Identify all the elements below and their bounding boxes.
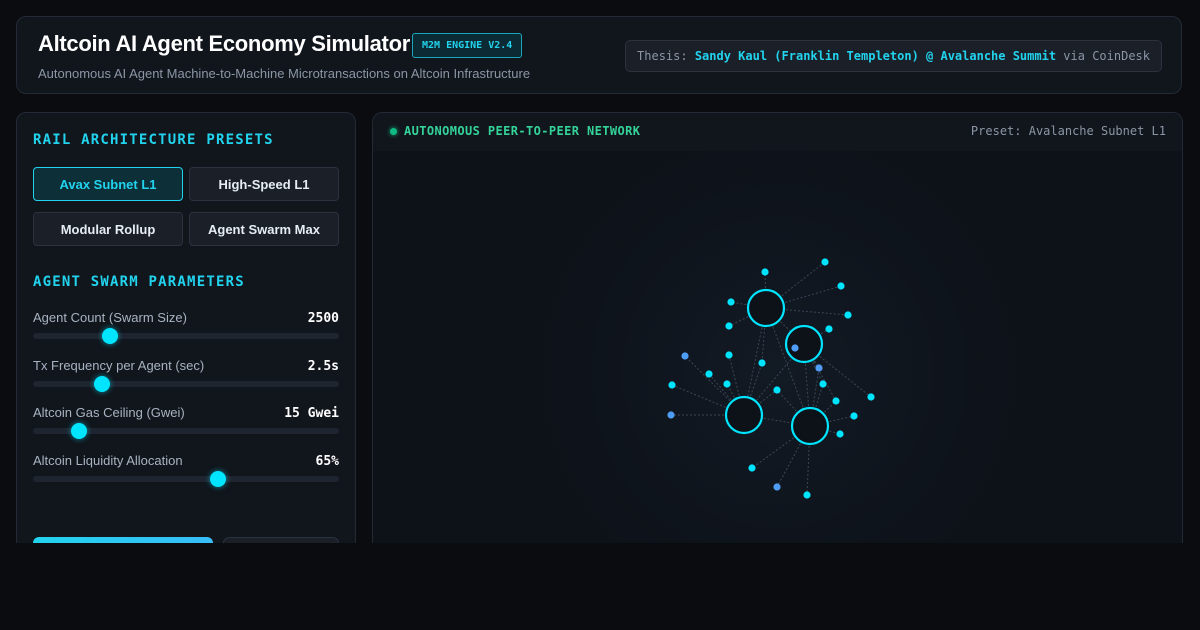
active-preset-label: Preset: Avalanche Subnet L1 bbox=[970, 124, 1166, 138]
viewport-cutoff bbox=[0, 543, 1200, 630]
liquidity-allocation-slider-thumb[interactable] bbox=[210, 471, 227, 487]
network-hub-node bbox=[790, 406, 830, 446]
params-section-title: AGENT SWARM PARAMETERS bbox=[33, 274, 245, 290]
thesis-suffix: via CoinDesk bbox=[1063, 49, 1150, 63]
gas-ceiling-label: Altcoin Gas Ceiling (Gwei) bbox=[33, 405, 185, 420]
network-agent-node bbox=[705, 370, 713, 378]
tx-frequency-label: Tx Frequency per Agent (sec) bbox=[33, 358, 205, 373]
control-panel: RAIL ARCHITECTURE PRESETS Avax Subnet L1… bbox=[16, 112, 356, 552]
network-panel-header: AUTONOMOUS PEER-TO-PEER NETWORK Preset: … bbox=[373, 113, 1182, 152]
network-agent-node bbox=[761, 268, 769, 276]
agent-count-slider[interactable] bbox=[33, 328, 339, 344]
network-agent-node bbox=[668, 381, 676, 389]
network-agent-node bbox=[832, 397, 840, 405]
network-agent-node bbox=[825, 325, 833, 333]
live-status-indicator bbox=[390, 128, 397, 135]
gas-ceiling-slider-thumb[interactable] bbox=[70, 423, 87, 439]
app-subtitle: Autonomous AI Agent Machine-to-Machine M… bbox=[38, 66, 531, 81]
network-agent-node bbox=[727, 298, 735, 306]
network-agent-node bbox=[850, 412, 858, 420]
preset-modular-rollup-button[interactable]: Modular Rollup bbox=[33, 212, 183, 246]
network-agent-node bbox=[837, 282, 845, 290]
agent-count-label: Agent Count (Swarm Size) bbox=[33, 310, 187, 325]
network-agent-node bbox=[844, 311, 852, 319]
network-agent-node bbox=[836, 430, 844, 438]
network-agent-node bbox=[667, 411, 675, 419]
network-agent-node bbox=[773, 483, 781, 491]
thesis-prefix: Thesis: bbox=[637, 49, 688, 63]
network-agent-node bbox=[819, 380, 827, 388]
network-agent-node bbox=[867, 393, 875, 401]
network-agent-node bbox=[791, 344, 799, 352]
network-graph bbox=[667, 258, 875, 499]
network-agent-node bbox=[723, 380, 731, 388]
network-agent-node bbox=[773, 386, 781, 394]
tx-frequency-slider[interactable] bbox=[33, 376, 339, 392]
header-bar: Altcoin AI Agent Economy Simulator M2M E… bbox=[16, 16, 1182, 94]
preset-high-speed-l1-button[interactable]: High-Speed L1 bbox=[189, 167, 339, 201]
preset-avax-subnet-l1-button[interactable]: Avax Subnet L1 bbox=[33, 167, 183, 201]
liquidity-allocation-label: Altcoin Liquidity Allocation bbox=[33, 453, 183, 468]
preset-agent-swarm-max-button[interactable]: Agent Swarm Max bbox=[189, 212, 339, 246]
network-hub-node bbox=[724, 395, 764, 435]
tx-frequency-slider-thumb[interactable] bbox=[93, 376, 110, 392]
network-agent-node bbox=[758, 359, 766, 367]
network-agent-node bbox=[725, 322, 733, 330]
network-agent-node bbox=[725, 351, 733, 359]
agent-count-value: 2500 bbox=[307, 311, 339, 326]
thesis-source-link[interactable]: Sandy Kaul (Franklin Templeton) @ Avalan… bbox=[695, 49, 1056, 63]
app-title: Altcoin AI Agent Economy Simulator bbox=[38, 31, 410, 56]
network-hub-node bbox=[746, 288, 786, 328]
engine-version-badge: M2M ENGINE V2.4 bbox=[412, 33, 523, 58]
network-agent-node bbox=[748, 464, 756, 472]
thesis-citation: Thesis: Sandy Kaul (Franklin Templeton) … bbox=[625, 40, 1162, 72]
presets-section-title: RAIL ARCHITECTURE PRESETS bbox=[33, 132, 274, 148]
network-agent-node bbox=[815, 364, 823, 372]
network-agent-node bbox=[821, 258, 829, 266]
network-title: AUTONOMOUS PEER-TO-PEER NETWORK bbox=[404, 124, 641, 138]
network-canvas[interactable] bbox=[373, 151, 1182, 551]
liquidity-allocation-value: 65% bbox=[315, 454, 339, 469]
network-agent-node bbox=[803, 491, 811, 499]
gas-ceiling-slider[interactable] bbox=[33, 423, 339, 439]
network-hub-node bbox=[784, 324, 824, 364]
agent-count-slider-thumb[interactable] bbox=[101, 328, 118, 344]
tx-frequency-value: 2.5s bbox=[307, 359, 339, 374]
liquidity-allocation-slider[interactable] bbox=[33, 471, 339, 487]
network-agent-node bbox=[681, 352, 689, 360]
gas-ceiling-value: 15 Gwei bbox=[284, 406, 339, 421]
network-panel: AUTONOMOUS PEER-TO-PEER NETWORK Preset: … bbox=[372, 112, 1183, 552]
